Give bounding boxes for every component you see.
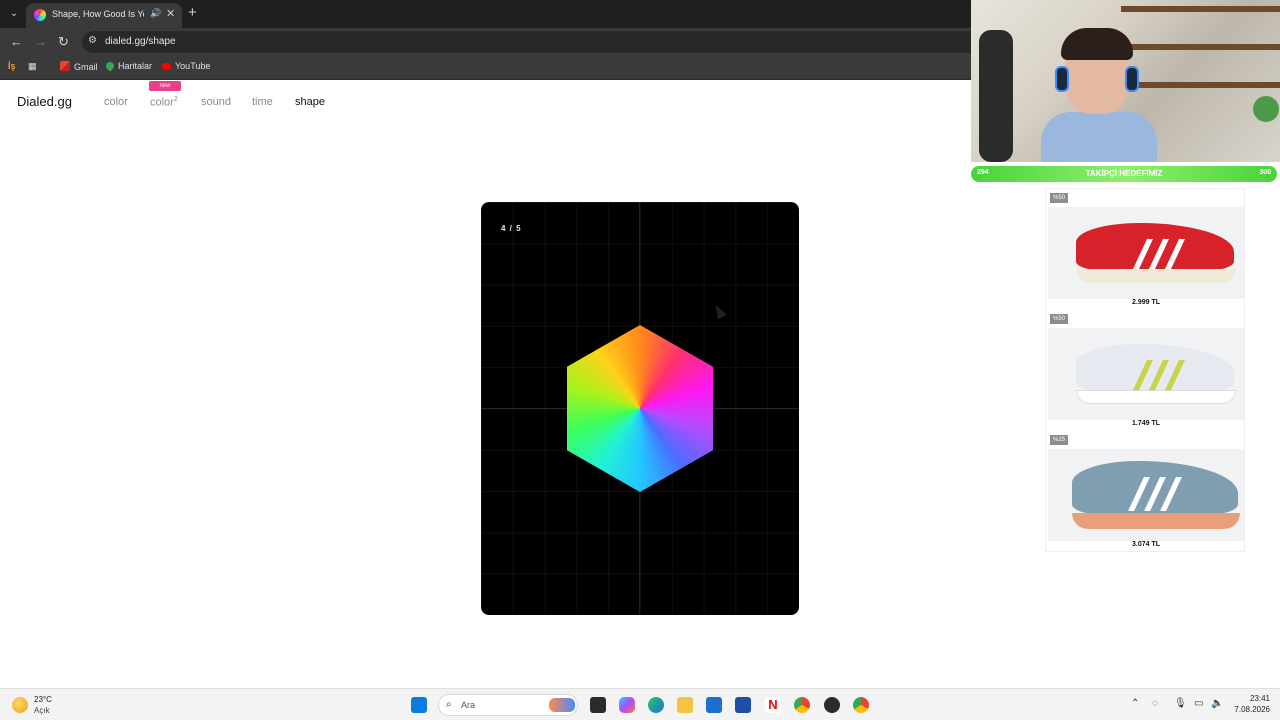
- clock-time[interactable]: 23:41: [1232, 694, 1270, 703]
- bookmark-is[interactable]: İş: [8, 61, 16, 71]
- address-bar[interactable]: ⚙ dialed.gg/shape: [82, 31, 982, 53]
- bookmark-youtube[interactable]: YouTube: [162, 61, 210, 71]
- bookmark-maps[interactable]: Haritalar: [104, 60, 153, 72]
- shoe-sole: [1076, 390, 1236, 404]
- speaker-icon[interactable]: 🔊: [150, 8, 161, 19]
- plush-toy: [1253, 96, 1279, 122]
- task-view-icon[interactable]: [590, 697, 606, 713]
- product-price: 1.749 TL: [1131, 420, 1160, 427]
- new-tab-plus-icon[interactable]: +: [188, 4, 197, 21]
- bookmark-youtube-label: YouTube: [175, 61, 211, 71]
- site-settings-icon[interactable]: ⚙: [88, 35, 97, 46]
- forward-arrow-icon[interactable]: →: [34, 34, 47, 49]
- sneaker-image: [1048, 328, 1244, 420]
- streamer: [1033, 28, 1163, 162]
- discount-badge: %50: [1050, 314, 1068, 324]
- product-ad[interactable]: %25 3.074 TL: [1048, 433, 1244, 551]
- blue-sneaker: [1072, 457, 1240, 533]
- gmail-icon: [60, 61, 70, 71]
- search-icon: ⌕: [446, 699, 452, 710]
- discount-badge: %50: [1050, 193, 1068, 203]
- file-explorer-icon[interactable]: [677, 697, 693, 713]
- product-price: 3.074 TL: [1131, 541, 1160, 548]
- tab-search-icon[interactable]: ⌄: [6, 6, 22, 22]
- chevron-up-icon[interactable]: ⌃: [1131, 698, 1139, 709]
- close-icon[interactable]: ✕: [166, 7, 175, 20]
- weather-condition[interactable]: Açık: [34, 706, 50, 715]
- browser-tab[interactable]: Shape, How Good Is Your S 🔊 ✕: [26, 3, 182, 28]
- product-ad[interactable]: %50 1.749 TL: [1048, 312, 1244, 430]
- netflix-icon[interactable]: N: [765, 697, 781, 713]
- display-icon[interactable]: ▭: [1194, 698, 1203, 709]
- shoe-sole: [1072, 513, 1240, 529]
- back-arrow-icon[interactable]: ←: [10, 34, 23, 49]
- edge-icon[interactable]: [648, 697, 664, 713]
- nav-color[interactable]: color: [104, 96, 128, 108]
- sneaker-image: [1048, 207, 1244, 299]
- site-logo[interactable]: Dialed.gg: [17, 94, 72, 109]
- product-ad[interactable]: %50 2.999 TL: [1048, 191, 1244, 309]
- site-favicon-icon: [34, 9, 46, 21]
- network-icon[interactable]: ◌: [1152, 698, 1158, 709]
- search-placeholder: Ara: [461, 700, 476, 710]
- bookmark-maps-label: Haritalar: [118, 61, 153, 71]
- youtube-icon: [162, 63, 171, 70]
- bookmark-gmail-label: Gmail: [74, 62, 98, 72]
- weather-temperature[interactable]: 23°C: [34, 695, 52, 704]
- weather-moon-icon[interactable]: [12, 697, 28, 713]
- map-pin-icon: [104, 60, 116, 72]
- obs-icon[interactable]: [824, 697, 840, 713]
- shoe-sole: [1076, 269, 1236, 283]
- nav-color2[interactable]: color2: [150, 96, 178, 109]
- streamer-hair: [1061, 28, 1133, 60]
- webcam-overlay: [971, 0, 1280, 162]
- windows-start-icon[interactable]: [411, 697, 427, 713]
- round-progress: 4 / 5: [501, 224, 522, 233]
- chrome-profile-icon[interactable]: [794, 697, 810, 713]
- new-badge: new: [149, 81, 181, 91]
- nav-shape[interactable]: shape: [295, 96, 325, 108]
- shape-game-canvas[interactable]: 4 / 5: [481, 202, 799, 615]
- bookmark-gmail[interactable]: Gmail: [60, 61, 98, 72]
- follower-goal-bar: 294 TAKİPÇİ HEDEFİMİZ 300: [971, 166, 1277, 182]
- calculator-icon[interactable]: [735, 697, 751, 713]
- clock-date[interactable]: 7.08.2026: [1224, 705, 1270, 714]
- color-wheel-hexagon: [567, 325, 713, 492]
- reload-icon[interactable]: ↻: [58, 34, 69, 50]
- chrome-icon[interactable]: [853, 697, 869, 713]
- microphone-icon[interactable]: 🎙: [1174, 698, 1187, 709]
- product-ads-panel: %50 2.999 TL %50 1.749 TL %25 3.074 TL: [1045, 188, 1245, 552]
- white-sneaker: [1076, 338, 1236, 408]
- apps-grid-icon[interactable]: ▦: [28, 61, 37, 72]
- nav-sound[interactable]: sound: [201, 96, 231, 108]
- nav-color2-sup: 2: [173, 96, 178, 103]
- nav-time[interactable]: time: [252, 96, 273, 108]
- streamer-shirt: [1041, 112, 1157, 162]
- gaming-chair: [979, 30, 1013, 162]
- windows-taskbar: 23°C Açık ⌕ Ara N ⌃ ◌ 🎙 ▭ 🔈 23:41 7.08.2…: [0, 688, 1280, 720]
- taskbar-search[interactable]: ⌕ Ara: [438, 694, 578, 716]
- search-highlight-image: [549, 698, 575, 712]
- copilot-icon[interactable]: [619, 697, 635, 713]
- follower-target: 300: [1259, 169, 1271, 176]
- discount-badge: %25: [1050, 435, 1068, 445]
- product-price: 2.999 TL: [1131, 299, 1160, 306]
- headset-left: [1055, 66, 1069, 92]
- tab-title: Shape, How Good Is Your S: [52, 9, 144, 19]
- shelf: [1121, 6, 1280, 12]
- volume-icon[interactable]: 🔈: [1211, 698, 1223, 709]
- microsoft-store-icon[interactable]: [706, 697, 722, 713]
- sneaker-image: [1048, 449, 1244, 541]
- red-sneaker: [1076, 217, 1236, 287]
- follower-goal-label: TAKİPÇİ HEDEFİMİZ: [1085, 169, 1163, 178]
- headset-right: [1125, 66, 1139, 92]
- url-text[interactable]: dialed.gg/shape: [105, 36, 176, 47]
- nav-color2-label: color: [150, 96, 174, 109]
